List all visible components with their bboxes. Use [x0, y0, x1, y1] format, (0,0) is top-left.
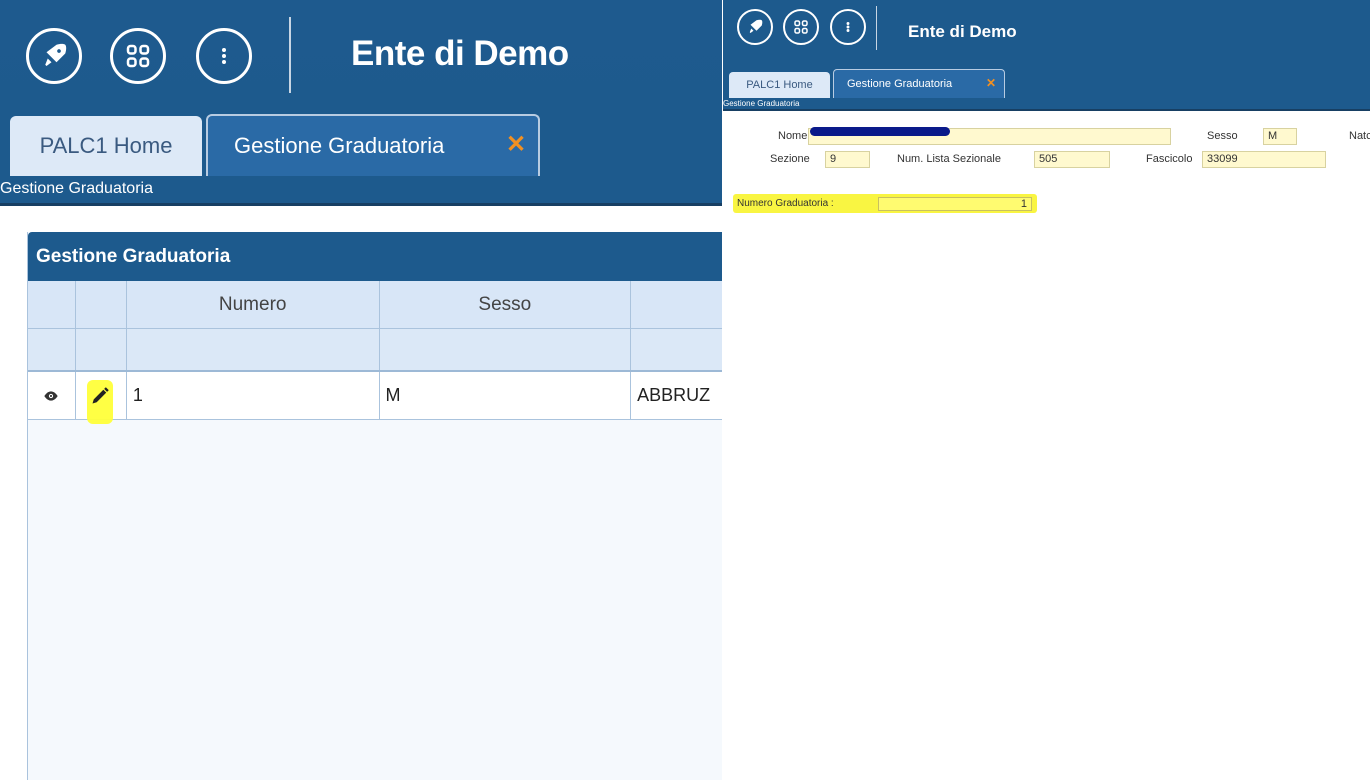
- num-lista-field[interactable]: 505: [1034, 151, 1110, 168]
- results-grid: Gestione Graduatoria Numero Sesso 1 M AB…: [27, 232, 722, 780]
- rocket-icon[interactable]: [26, 28, 82, 84]
- apps-grid-icon[interactable]: [110, 28, 166, 84]
- full-panel: Ente di Demo PALC1 Home Gestione Graduat…: [723, 0, 1370, 780]
- table-row[interactable]: 1 M ABBRUZ: [28, 372, 722, 420]
- app-title: Ente di Demo: [908, 22, 1017, 41]
- num-lista-label: Num. Lista Sezionale: [897, 153, 1001, 165]
- numero-graduatoria-label: Numero Graduatoria :: [737, 198, 834, 209]
- more-vertical-icon[interactable]: [830, 9, 866, 45]
- column-header-view: [28, 281, 76, 328]
- tab-home[interactable]: PALC1 Home: [729, 72, 830, 98]
- header-divider: [876, 6, 877, 50]
- fascicolo-label: Fascicolo: [1146, 153, 1193, 165]
- close-icon[interactable]: ✕: [506, 130, 526, 159]
- filter-cell: [76, 329, 127, 370]
- filter-next[interactable]: [631, 329, 722, 370]
- tab-label: Gestione Graduatoria: [234, 133, 445, 158]
- redaction-mark: [810, 127, 950, 136]
- filter-cell: [28, 329, 76, 370]
- app-title: Ente di Demo: [351, 34, 569, 73]
- top-header: Ente di Demo: [0, 0, 722, 110]
- filter-sesso[interactable]: [380, 329, 632, 370]
- numero-graduatoria-field[interactable]: 1: [878, 197, 1032, 211]
- nato-label: Natc: [1349, 130, 1370, 142]
- zoomed-panel: Ente di Demo PALC1 Home Gestione Graduat…: [0, 0, 722, 780]
- nome-label: Nome: [778, 130, 808, 142]
- rocket-icon[interactable]: [737, 9, 773, 45]
- tab-gestione-graduatoria[interactable]: Gestione Graduatoria ✕: [833, 69, 1005, 98]
- more-vertical-icon[interactable]: [196, 28, 252, 84]
- column-header-sesso[interactable]: Sesso: [380, 281, 632, 328]
- cell-cognome: ABBRUZ: [637, 385, 711, 405]
- sezione-field[interactable]: 9: [825, 151, 870, 168]
- cell-sesso: M: [380, 372, 632, 419]
- tab-gestione-graduatoria[interactable]: Gestione Graduatoria ✕: [206, 114, 540, 176]
- eye-icon[interactable]: [28, 372, 76, 419]
- tab-label: Gestione Graduatoria: [847, 78, 953, 90]
- sesso-label: Sesso: [1207, 130, 1238, 142]
- grid-filter-row: [28, 329, 722, 372]
- column-header-numero[interactable]: Numero: [127, 281, 380, 328]
- grid-column-headers: Numero Sesso: [28, 281, 722, 329]
- grid-title: Gestione Graduatoria: [28, 232, 722, 281]
- column-header-next[interactable]: [631, 281, 722, 328]
- close-icon[interactable]: ✕: [986, 76, 996, 90]
- pencil-icon[interactable]: [90, 386, 110, 410]
- apps-grid-icon[interactable]: [783, 9, 819, 45]
- top-header: Ente di Demo: [723, 0, 1370, 60]
- sezione-label: Sezione: [770, 153, 810, 165]
- breadcrumb: Gestione Graduatoria: [723, 98, 1370, 111]
- fascicolo-field[interactable]: 33099: [1202, 151, 1326, 168]
- breadcrumb: Gestione Graduatoria: [0, 176, 722, 206]
- tab-home[interactable]: PALC1 Home: [10, 116, 202, 176]
- sesso-field[interactable]: M: [1263, 128, 1297, 145]
- filter-numero[interactable]: [127, 329, 380, 370]
- cell-numero: 1: [127, 372, 380, 419]
- column-header-edit: [76, 281, 127, 328]
- header-divider: [289, 17, 291, 93]
